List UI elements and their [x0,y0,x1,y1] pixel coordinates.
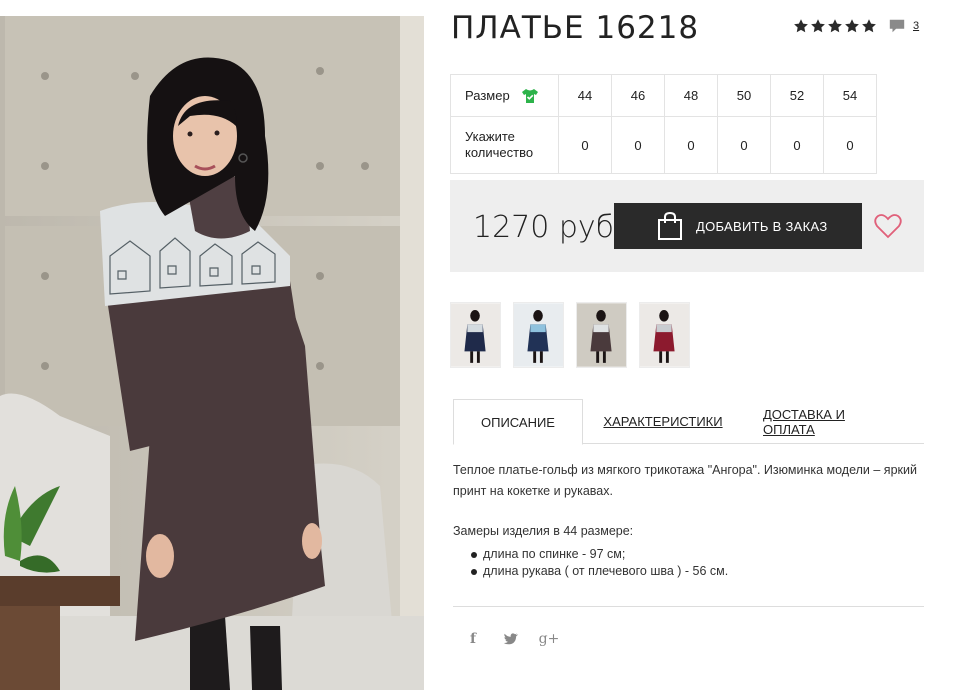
product-description: Теплое платье-гольф из мягкого трикотажа… [453,463,917,498]
shopping-bag-icon [658,211,682,240]
bullet-icon [471,552,477,558]
measure-text: длина рукава ( от плечевого шва ) - 56 с… [483,564,729,578]
star-icon[interactable] [827,18,843,34]
product-info-tabs: ОПИСАНИЕ ХАРАКТЕРИСТИКИ ДОСТАВКА И ОПЛАТ… [453,399,924,445]
size-option[interactable]: 46 [611,74,665,117]
thumbnail-image[interactable] [513,302,564,368]
size-option[interactable]: 48 [664,74,718,117]
product-thumbnails [450,302,690,368]
size-row-header: Размер [450,74,559,117]
purchase-panel: 1270 руб ДОБАВИТЬ В ЗАКАЗ [450,180,924,272]
size-option[interactable]: 44 [558,74,612,117]
quantity-row-header: Укажите количество [450,116,559,174]
tab-delivery-payment[interactable]: ДОСТАВКА И ОПЛАТА [763,399,893,444]
quantity-input[interactable]: 0 [664,116,718,174]
measure-text: длина по спинке - 97 см; [483,547,626,561]
star-icon[interactable] [861,18,877,34]
star-icon[interactable] [810,18,826,34]
list-item: длина по спинке - 97 см; [470,546,728,563]
comment-icon[interactable] [888,17,906,35]
measures-title: Замеры изделия в 44 размере: [453,524,634,538]
add-to-order-button[interactable]: ДОБАВИТЬ В ЗАКАЗ [614,203,862,249]
quantity-label: Укажите количество [465,129,534,160]
quantity-input[interactable]: 0 [611,116,665,174]
size-option[interactable]: 54 [823,74,877,117]
add-to-order-label: ДОБАВИТЬ В ЗАКАЗ [696,218,828,234]
product-price: 1270 руб [473,210,615,245]
social-share: f g+ [465,630,560,648]
tab-characteristics[interactable]: ХАРАКТЕРИСТИКИ [603,399,723,444]
product-main-photo [0,16,424,690]
size-option[interactable]: 50 [717,74,771,117]
bullet-icon [471,569,477,575]
thumbnail-image[interactable] [450,302,501,368]
size-label: Размер [465,88,510,103]
list-item: длина рукава ( от плечевого шва ) - 56 с… [470,563,728,580]
facebook-icon[interactable]: f [465,630,481,648]
thumbnail-image[interactable] [576,302,627,368]
quantity-input[interactable]: 0 [558,116,612,174]
product-title: ПЛАТЬЕ 16218 [451,10,700,46]
star-icon[interactable] [844,18,860,34]
size-quantity-table: Размер 44 46 48 50 52 54 Укажите количес… [450,74,877,174]
size-option[interactable]: 52 [770,74,824,117]
quantity-input[interactable]: 0 [770,116,824,174]
tab-description[interactable]: ОПИСАНИЕ [453,399,583,445]
star-icon[interactable] [793,18,809,34]
heart-icon[interactable] [874,213,902,239]
twitter-icon[interactable] [503,630,519,648]
quantity-input[interactable]: 0 [717,116,771,174]
quantity-input[interactable]: 0 [823,116,877,174]
product-rating: 3 [793,17,919,35]
measures-list: длина по спинке - 97 см; длина рукава ( … [470,546,728,580]
tshirt-icon[interactable] [520,86,540,106]
thumbnail-image[interactable] [639,302,690,368]
rating-stars[interactable] [793,18,877,34]
review-count-link[interactable]: 3 [913,20,919,32]
divider [453,606,924,607]
googleplus-icon[interactable]: g+ [539,630,560,648]
